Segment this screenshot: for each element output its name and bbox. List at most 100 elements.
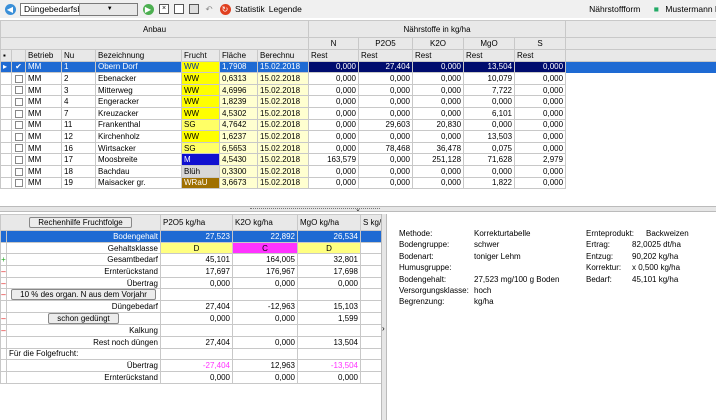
row-indicator[interactable] bbox=[0, 130, 12, 143]
checkbox-icon[interactable] bbox=[14, 144, 23, 153]
row-indicator[interactable] bbox=[0, 118, 12, 132]
table-row[interactable]: MM 2 Ebenacker WW 0,6313 15.02.2018 0,000 0,000… bbox=[0, 72, 716, 85]
cell-n: 0,000 bbox=[308, 141, 360, 155]
cell-flaeche: 4,5302 bbox=[219, 106, 258, 120]
checkbox-icon[interactable] bbox=[14, 98, 23, 107]
forward-icon[interactable]: ▶ bbox=[142, 3, 154, 15]
checkbox-icon[interactable] bbox=[14, 156, 23, 165]
checkbox-icon[interactable] bbox=[14, 179, 23, 188]
row-checkbox[interactable] bbox=[11, 72, 26, 85]
cell-n: 0,000 bbox=[308, 72, 360, 85]
cell-frucht: WRaU bbox=[181, 176, 220, 190]
cell-mg: 7,722 bbox=[463, 83, 516, 97]
table-row[interactable]: MM 19 Maisacker gr. WRaU 3,6673 15.02.2018 0,0… bbox=[0, 176, 716, 190]
calc-sign: – bbox=[0, 312, 7, 326]
chevron-down-icon[interactable]: ⌄ bbox=[355, 205, 361, 213]
column-header[interactable]: Rest bbox=[358, 49, 414, 62]
table-row[interactable]: MM 17 Moosbreite M 4,5430 15.02.2018 163,579 0,… bbox=[0, 153, 716, 166]
cell-k: 20,830 bbox=[412, 118, 465, 132]
calc-sign: + bbox=[0, 253, 7, 267]
column-header[interactable]: Rest bbox=[412, 49, 465, 62]
column-header[interactable]: Nu bbox=[61, 49, 96, 62]
cell-datum: 15.02.2018 bbox=[256, 130, 310, 143]
calc-action-button[interactable]: 10 % des organ. N aus dem Vorjahr bbox=[11, 289, 156, 300]
checkbox-icon[interactable] bbox=[14, 121, 23, 130]
cell-bezeichnung: Kirchenholz bbox=[95, 130, 182, 143]
row-indicator[interactable]: ▸ bbox=[0, 60, 12, 74]
info-key: Entzug: bbox=[586, 251, 614, 261]
row-checkbox[interactable] bbox=[11, 141, 26, 155]
cell-mg: 71,628 bbox=[463, 153, 516, 166]
close-box-icon[interactable]: × bbox=[159, 4, 169, 14]
column-header[interactable]: Betrieb bbox=[25, 49, 62, 62]
cell-s: 0,000 bbox=[514, 130, 567, 143]
table-row[interactable]: MM 18 Bachdau Blüh 0,3300 15.02.2018 0,000 0,00… bbox=[0, 164, 716, 178]
view-dropdown[interactable]: Düngebedarfsberechnung ▼ bbox=[20, 2, 138, 16]
row-checkbox[interactable] bbox=[11, 176, 26, 190]
row-indicator[interactable] bbox=[0, 164, 12, 178]
row-indicator[interactable] bbox=[0, 106, 12, 120]
save-icon[interactable] bbox=[189, 4, 199, 14]
legende-button[interactable]: Legende bbox=[269, 4, 302, 14]
column-header[interactable]: Fläche bbox=[219, 49, 258, 62]
chevron-right-icon[interactable]: › bbox=[382, 324, 385, 333]
column-header[interactable]: Rest bbox=[463, 49, 516, 62]
row-checkbox[interactable] bbox=[11, 83, 26, 97]
view-dropdown-value: Düngebedarfsberechnung bbox=[24, 4, 79, 14]
column-header[interactable]: Rest bbox=[308, 49, 360, 62]
table-row[interactable]: MM 11 Frankenthal SG 4,7642 15.02.2018 0,000 29… bbox=[0, 118, 716, 132]
table-row[interactable]: ▸ ✔ MM 1 Obern Dorf WW 1,7908 15.02.2018 0,000 27… bbox=[0, 60, 716, 74]
check-icon[interactable]: ✔ bbox=[15, 62, 22, 71]
checkbox-icon[interactable] bbox=[14, 109, 23, 118]
table-row[interactable]: MM 7 Kreuzacker WW 4,5302 15.02.2018 0,000 0,00… bbox=[0, 106, 716, 120]
row-indicator[interactable] bbox=[0, 83, 12, 97]
undo-icon[interactable]: ↶ bbox=[203, 3, 215, 15]
row-checkbox[interactable] bbox=[11, 95, 26, 108]
calc-value-k: 12,963 bbox=[232, 359, 298, 372]
row-indicator[interactable] bbox=[0, 153, 12, 166]
chevron-down-icon[interactable]: ▼ bbox=[78, 3, 137, 15]
row-checkbox[interactable] bbox=[11, 106, 26, 120]
table-row[interactable]: MM 3 Mitterweg WW 4,6996 15.02.2018 0,000 0,000… bbox=[0, 83, 716, 97]
column-header[interactable]: Berechnu bbox=[256, 49, 310, 62]
checkbox-icon[interactable] bbox=[14, 86, 23, 95]
column-header[interactable]: Frucht bbox=[181, 49, 220, 62]
row-checkbox[interactable]: ✔ bbox=[11, 60, 26, 74]
checkbox-icon[interactable] bbox=[14, 132, 23, 141]
table-row[interactable]: MM 4 Engeracker WW 1,8239 15.02.2018 0,000 0,00… bbox=[0, 95, 716, 108]
row-checkbox[interactable] bbox=[11, 153, 26, 166]
checkbox-icon[interactable] bbox=[14, 74, 23, 83]
row-checkbox[interactable] bbox=[11, 118, 26, 132]
row-checkbox[interactable] bbox=[11, 130, 26, 143]
info-value: 27,523 mg/100 g Boden bbox=[474, 274, 560, 284]
horizontal-splitter[interactable]: ⌄ bbox=[0, 205, 716, 213]
row-indicator[interactable] bbox=[0, 176, 12, 190]
column-header[interactable]: Bezeichnung bbox=[95, 49, 182, 62]
naehrstoffform-button[interactable]: Nährstoffform bbox=[589, 4, 640, 14]
row-indicator[interactable] bbox=[0, 72, 12, 85]
row-indicator[interactable] bbox=[0, 95, 12, 108]
calc-action-button[interactable]: schon gedüngt bbox=[48, 313, 119, 324]
statistik-button[interactable]: Statistik bbox=[235, 4, 265, 14]
calc-value-mg: 26,534 bbox=[297, 230, 361, 243]
cell-frucht: SG bbox=[181, 118, 220, 132]
vertical-splitter[interactable]: › bbox=[381, 214, 387, 420]
column-header[interactable]: Rest bbox=[514, 49, 567, 62]
calc-value-p: 0,000 bbox=[160, 370, 233, 384]
cell-p: 0,000 bbox=[358, 176, 414, 190]
row-selector-header[interactable]: ▪ bbox=[0, 49, 12, 62]
info-key: Ertrag: bbox=[586, 240, 611, 250]
rechenhilfe-button[interactable]: Rechenhilfe Fruchtfolge bbox=[29, 217, 132, 228]
info-row: Ernteprodukt: Backweizen bbox=[586, 228, 689, 239]
cell-n: 0,000 bbox=[308, 60, 360, 74]
user-name: Mustermann M bbox=[665, 4, 716, 14]
row-checkbox[interactable] bbox=[11, 164, 26, 178]
checkbox-icon[interactable] bbox=[14, 167, 23, 176]
cell-flaeche: 0,3300 bbox=[219, 164, 258, 178]
table-row[interactable]: MM 12 Kirchenholz WW 1,6237 15.02.2018 0,000 0,… bbox=[0, 130, 716, 143]
refresh-icon[interactable]: ↻ bbox=[219, 3, 231, 15]
row-indicator[interactable] bbox=[0, 141, 12, 155]
table-row[interactable]: MM 16 Wirtsacker SG 6,5653 15.02.2018 0,000 78,… bbox=[0, 141, 716, 155]
window-icon[interactable] bbox=[174, 4, 184, 14]
back-icon[interactable]: ◀ bbox=[4, 3, 16, 15]
